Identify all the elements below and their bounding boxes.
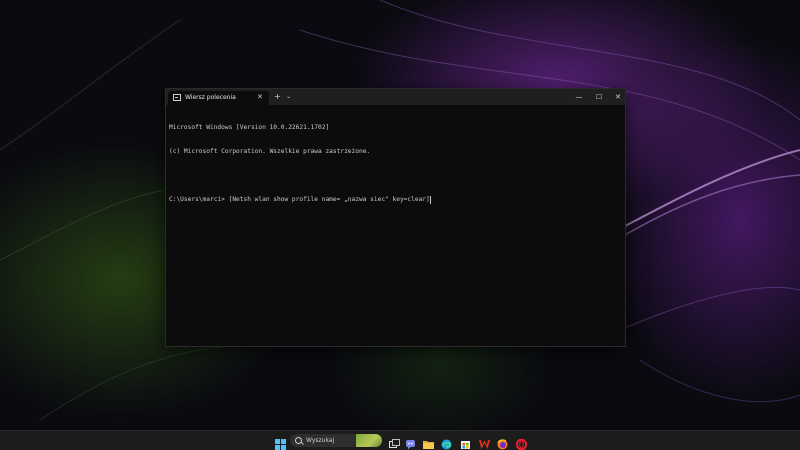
search-icon — [295, 437, 302, 444]
tab-label: Wiersz polecenia — [185, 94, 236, 101]
console-line: (c) Microsoft Corporation. Wszelkie praw… — [169, 148, 371, 155]
edge-icon[interactable] — [441, 435, 452, 450]
firefox-icon[interactable] — [497, 435, 508, 450]
close-button[interactable]: ✕ — [609, 91, 627, 103]
new-tab-button[interactable]: + — [274, 92, 281, 101]
opera-icon[interactable] — [516, 435, 527, 450]
search-input[interactable]: Wyszukaj — [290, 434, 382, 447]
teams-chat-icon[interactable] — [405, 435, 416, 450]
task-view-icon[interactable] — [389, 435, 400, 448]
title-bar[interactable]: Wiersz polecenia ✕ + ⌄ — ☐ ✕ — [166, 89, 625, 105]
office-w-icon[interactable] — [479, 435, 490, 449]
desktop: Wiersz polecenia ✕ + ⌄ — ☐ ✕ Microsoft W… — [0, 0, 800, 450]
console-line: Microsoft Windows [Version 10.0.22621.17… — [169, 124, 330, 131]
command-text: C:\Users\marci> [Netsh wlan show profile… — [169, 196, 430, 203]
windows-start-icon[interactable] — [275, 435, 286, 450]
terminal-window[interactable]: Wiersz polecenia ✕ + ⌄ — ☐ ✕ Microsoft W… — [165, 88, 626, 347]
search-placeholder: Wyszukaj — [306, 437, 335, 444]
tab-close-button[interactable]: ✕ — [257, 93, 263, 102]
taskbar: Wyszukaj — [0, 430, 800, 450]
tab-wiersz-polecenia[interactable]: Wiersz polecenia ✕ — [168, 91, 269, 105]
text-cursor — [429, 196, 431, 204]
terminal-icon — [173, 94, 181, 101]
store-icon[interactable] — [460, 435, 471, 449]
file-explorer-icon[interactable] — [423, 435, 434, 449]
minimize-button[interactable]: — — [570, 91, 588, 103]
command-line[interactable]: C:\Users\marci> [Netsh wlan show profile… — [169, 196, 619, 204]
search-highlight-image — [356, 434, 382, 447]
console-output[interactable]: Microsoft Windows [Version 10.0.22621.17… — [169, 108, 619, 220]
maximize-button[interactable]: ☐ — [590, 91, 608, 103]
tab-dropdown-button[interactable]: ⌄ — [286, 92, 291, 101]
